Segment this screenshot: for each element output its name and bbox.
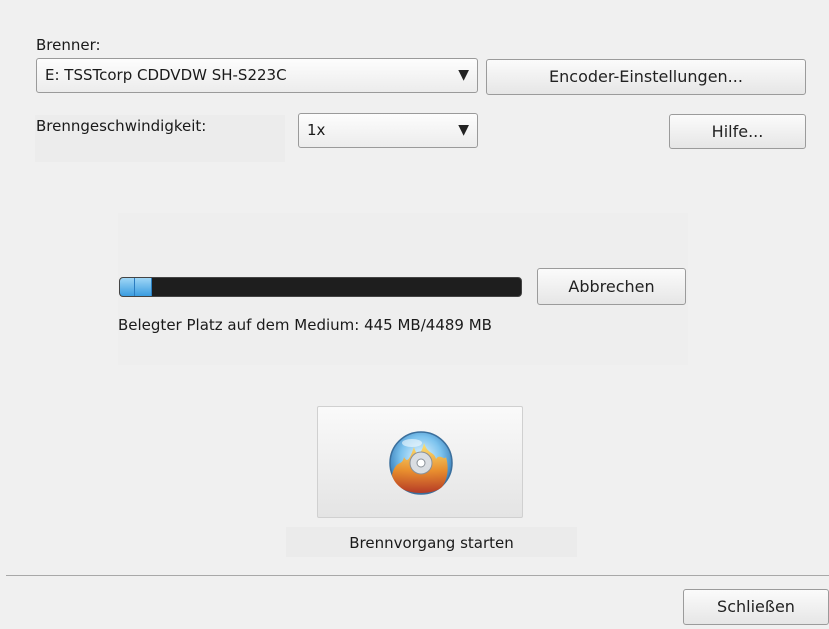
burn-speed-label: Brenngeschwindigkeit: xyxy=(36,117,207,135)
start-burn-caption: Brennvorgang starten xyxy=(349,534,514,552)
burn-disc-flame-icon xyxy=(389,431,453,495)
footer-divider xyxy=(6,575,829,576)
cancel-button[interactable]: Abbrechen xyxy=(537,268,686,305)
close-button[interactable]: Schließen xyxy=(683,589,829,625)
chevron-down-icon: ▼ xyxy=(458,67,469,83)
burn-speed-value: 1x xyxy=(307,121,326,139)
start-burn-button[interactable] xyxy=(317,406,523,518)
burner-drive-value: E: TSSTcorp CDDVDW SH-S223C xyxy=(45,66,287,84)
burn-speed-select[interactable]: 1x ▼ xyxy=(298,113,478,148)
burner-drive-select[interactable]: E: TSSTcorp CDDVDW SH-S223C ▼ xyxy=(36,58,478,93)
disc-usage-progress-fill xyxy=(120,278,152,296)
burn-dialog: Brenner: E: TSSTcorp CDDVDW SH-S223C ▼ E… xyxy=(0,0,829,629)
encoder-settings-button[interactable]: Encoder-Einstellungen... xyxy=(486,59,806,95)
burner-label: Brenner: xyxy=(36,36,101,54)
help-button[interactable]: Hilfe... xyxy=(669,114,806,149)
disc-usage-status: Belegter Platz auf dem Medium: 445 MB/44… xyxy=(118,316,492,334)
chevron-down-icon: ▼ xyxy=(458,122,469,138)
disc-usage-progress-bar xyxy=(119,277,522,297)
